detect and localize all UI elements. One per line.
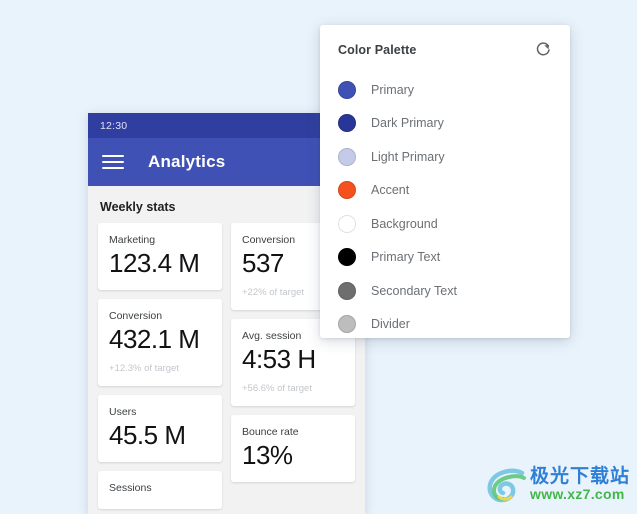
palette-label: Accent xyxy=(371,183,410,198)
swatch-primary-text xyxy=(338,248,356,267)
stats-column-left: Marketing 123.4 M Conversion 432.1 M +12… xyxy=(98,223,222,510)
swatch-divider xyxy=(338,315,356,334)
app-bar-title: Analytics xyxy=(148,152,226,171)
watermark-site-name: 极光下载站 xyxy=(530,465,631,488)
stat-label: Sessions xyxy=(109,482,152,495)
palette-row-divider[interactable]: Divider xyxy=(338,308,552,342)
stat-label: Marketing xyxy=(109,234,156,246)
palette-label: Primary Text xyxy=(371,250,441,265)
watermark-url: www.xz7.com xyxy=(530,486,625,503)
palette-row-secondary-text[interactable]: Secondary Text xyxy=(338,274,552,308)
palette-row-background[interactable]: Background xyxy=(338,207,552,241)
stat-subtext: +12.3% of target xyxy=(109,363,179,375)
hamburger-menu-icon[interactable] xyxy=(102,151,124,173)
stat-label: Users xyxy=(109,406,137,419)
refresh-icon[interactable] xyxy=(534,41,552,59)
stat-card-conversion[interactable]: Conversion 432.1 M +12.3% of target xyxy=(98,299,222,387)
stat-value: 432.1 M xyxy=(109,324,200,355)
palette-label: Secondary Text xyxy=(371,283,457,298)
swatch-light-primary xyxy=(338,147,356,166)
stat-card-bounce-rate[interactable]: Bounce rate 13% xyxy=(231,415,355,483)
palette-label: Background xyxy=(371,216,438,231)
menu-bar-2 xyxy=(102,161,124,163)
stat-label: Bounce rate xyxy=(242,426,299,439)
stat-subtext: +56.6% of target xyxy=(242,383,312,395)
stat-value: 13% xyxy=(242,440,293,471)
swatch-secondary-text xyxy=(338,281,356,300)
palette-label: Light Primary xyxy=(371,149,445,164)
stat-value: 4:53 H xyxy=(242,344,316,375)
palette-title: Color Palette xyxy=(338,43,417,57)
palette-row-dark-primary[interactable]: Dark Primary xyxy=(338,107,552,141)
palette-label: Dark Primary xyxy=(371,116,444,131)
menu-bar-3 xyxy=(102,167,124,169)
color-palette-panel: Color Palette Primary Dark Primary Light… xyxy=(320,25,570,338)
palette-row-primary-text[interactable]: Primary Text xyxy=(338,241,552,275)
stat-label: Conversion xyxy=(109,310,163,323)
menu-bar-1 xyxy=(102,155,124,157)
jiguang-logo-icon xyxy=(487,468,526,503)
status-bar-time: 12:30 xyxy=(100,119,128,132)
stat-value: 123.4 M xyxy=(109,248,200,278)
stat-card-users[interactable]: Users 45.5 M xyxy=(98,395,222,463)
watermark: 极光下载站 www.xz7.com xyxy=(486,460,631,510)
palette-row-light-primary[interactable]: Light Primary xyxy=(338,140,552,174)
swatch-dark-primary xyxy=(338,114,356,133)
swatch-accent xyxy=(338,181,356,200)
swatch-primary xyxy=(338,80,356,99)
palette-row-accent[interactable]: Accent xyxy=(338,174,552,208)
swatch-background xyxy=(338,214,356,233)
stat-card-marketing[interactable]: Marketing 123.4 M xyxy=(98,223,222,291)
watermark-text: 极光下载站 www.xz7.com xyxy=(530,465,631,503)
stat-card-sessions[interactable]: Sessions xyxy=(98,471,222,510)
palette-label: Primary xyxy=(371,82,415,97)
palette-row-primary[interactable]: Primary xyxy=(338,73,552,107)
palette-header: Color Palette xyxy=(338,41,552,59)
stat-value: 45.5 M xyxy=(109,420,186,451)
palette-label: Divider xyxy=(371,317,410,332)
